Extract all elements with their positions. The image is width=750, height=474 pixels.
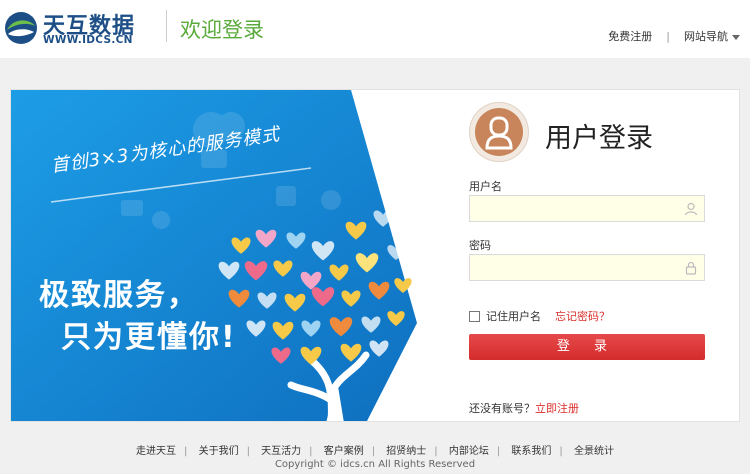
register-now-link[interactable]: 立即注册 [535,402,579,415]
footer-separator: | [309,446,313,457]
footer-separator: | [246,446,250,457]
user-icon [684,202,698,216]
no-account-row: 还没有账号？立即注册 [469,400,579,416]
remember-row: 记住用户名 忘记密码？ [469,308,610,324]
footer-link[interactable]: 招贤纳士 [386,446,426,457]
footer-link[interactable]: 内部论坛 [449,446,489,457]
promo-banner: 首创3×3为核心的服务模式 极致服务， 只为更懂你! [11,90,431,421]
lock-icon [685,261,697,275]
footer-separator: | [434,446,438,457]
remember-label: 记住用户名 [486,310,541,323]
logo-globe-icon [5,12,37,44]
footer-separator: | [371,446,376,457]
logo[interactable]: 天互数据 WWW.IDCS.CN [3,8,153,48]
header: 天互数据 WWW.IDCS.CN 欢迎登录 免费注册 | 网站导航 [0,0,750,58]
login-form: 用户登录 用户名 密码 记住用户名 忘记密码？ 登 录 还没有账号？立即注册 [466,90,739,421]
username-label: 用户名 [469,180,502,193]
footer-link[interactable]: 全景统计 [574,446,614,457]
username-field[interactable] [469,195,705,222]
chevron-down-icon [732,34,740,40]
banner-slogan-line2: 只为更懂你! [61,320,237,355]
logo-domain: WWW.IDCS.CN [43,34,133,46]
nav-separator: | [666,29,670,43]
top-nav: 免费注册 | 网站导航 [608,28,740,44]
forgot-password-link[interactable]: 忘记密码？ [555,308,610,324]
main-panel: 首创3×3为核心的服务模式 极致服务， 只为更懂你! 用户登录 用户名 密码 记… [10,89,740,422]
site-nav-dropdown[interactable]: 网站导航 [684,28,740,44]
avatar [469,102,529,162]
footer-separator: | [559,446,563,457]
footer-link[interactable]: 关于我们 [199,446,239,457]
banner-slogan-line1: 极致服务， [39,278,199,313]
header-divider [166,10,167,42]
login-title: 用户登录 [545,123,653,154]
remember-checkbox[interactable] [469,310,480,322]
login-button[interactable]: 登 录 [469,334,705,360]
footer-link[interactable]: 天互活力 [261,446,301,457]
free-register-link[interactable]: 免费注册 [608,28,652,44]
footer-link[interactable]: 客户案例 [324,446,364,457]
user-icon [475,108,523,156]
page-title: 欢迎登录 [180,18,264,42]
no-account-text: 还没有账号？ [469,402,535,415]
password-label: 密码 [469,239,491,252]
footer-link[interactable]: 走进天互 [136,446,176,457]
footer-separator: | [184,446,188,457]
password-field[interactable] [469,254,705,281]
footer-links: 走进天互 | 关于我们 | 天互活力 | 客户案例 | 招贤纳士 | 内部论坛 | 联系我们… [0,442,750,457]
footer-separator: | [496,446,501,457]
site-nav-label: 网站导航 [684,30,728,43]
footer-link[interactable]: 联系我们 [511,446,551,457]
copyright: Copyright © idcs.cn All Rights Reserved [274,459,476,470]
